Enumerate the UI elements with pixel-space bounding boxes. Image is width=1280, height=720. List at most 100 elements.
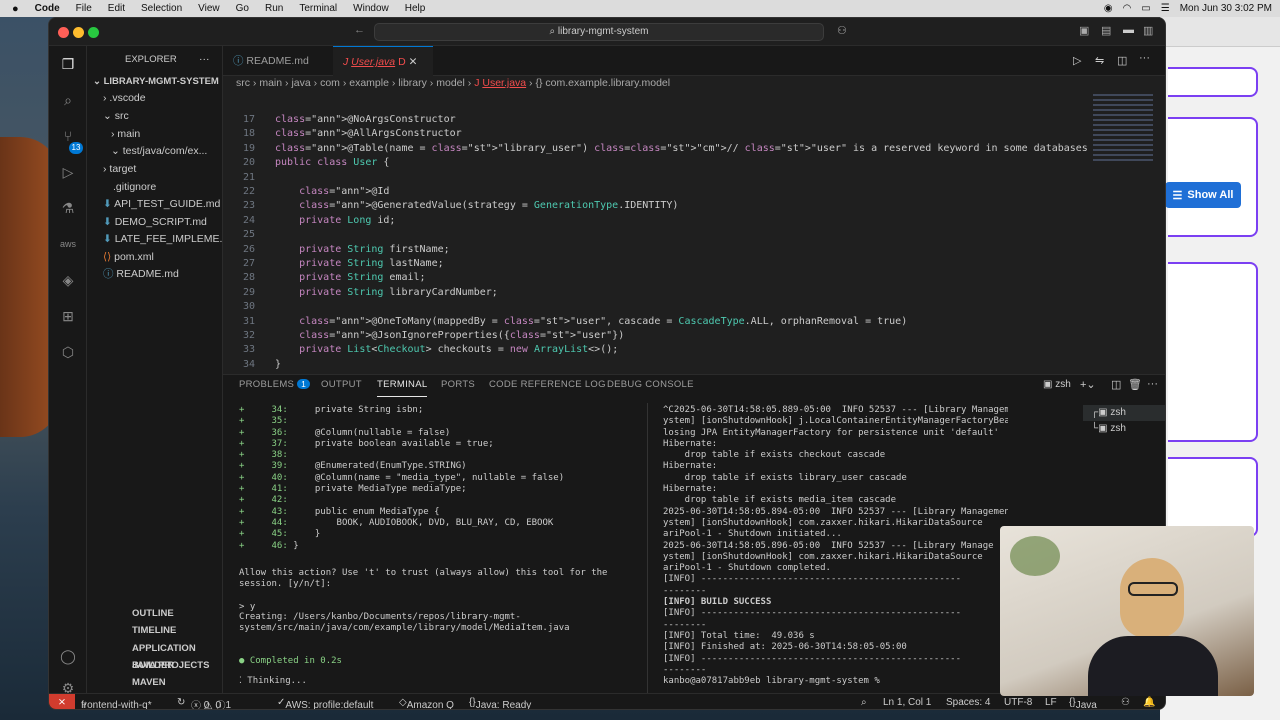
amazon-q-terminal[interactable]: + 34: private String isbn; + 35: + 36: @C… [239, 405, 639, 695]
explorer-icon[interactable]: ❐ [58, 54, 78, 74]
tree-file-demo-script[interactable]: ⬇ DEMO_SCRIPT.md [103, 214, 207, 231]
zsh-terminal[interactable]: ^C2025-06-30T14:58:05.889-05:00 INFO 525… [663, 405, 1008, 695]
testing-icon[interactable]: ⚗ [58, 198, 78, 218]
show-all-button[interactable]: ☰ Show All [1165, 182, 1241, 208]
section-outline[interactable]: OUTLINE [87, 605, 223, 622]
breadcrumb-item[interactable]: model [436, 77, 465, 89]
menu-terminal[interactable]: Terminal [299, 3, 337, 14]
menu-view[interactable]: View [198, 3, 220, 14]
section-application-builder[interactable]: APPLICATION BUILDER [87, 640, 223, 671]
layout-toggle-icon[interactable]: ▣ [1079, 24, 1089, 37]
tree-folder-target[interactable]: › target [103, 161, 136, 178]
java-status[interactable]: {} Java: Ready [469, 697, 531, 709]
sync-icon[interactable]: ↻ [177, 697, 185, 708]
breadcrumb-item[interactable]: main [259, 77, 282, 89]
tab-user-java[interactable]: J User.java D ✕ [333, 46, 433, 76]
breadcrumb-item[interactable]: java [291, 77, 310, 89]
menu-selection[interactable]: Selection [141, 3, 182, 14]
amazon-q-icon[interactable]: ◈ [58, 270, 78, 290]
terminal-split-divider[interactable] [647, 403, 648, 693]
zoom-icon[interactable]: ⌕ [861, 697, 867, 708]
more-actions-icon[interactable]: ··· [1147, 378, 1158, 390]
terminal-shell-selector[interactable]: ▣ zsh [1043, 379, 1071, 390]
language-mode[interactable]: {} Java [1069, 697, 1097, 709]
minimize-window-button[interactable] [73, 27, 84, 38]
search-icon[interactable]: ⌕ [58, 90, 78, 110]
run-debug-icon[interactable]: ▷ [58, 162, 78, 182]
secondary-sidebar-icon[interactable]: ▥ [1143, 24, 1153, 37]
menu-app-name[interactable]: Code [35, 3, 60, 14]
copilot-status-icon[interactable]: ⚇ [1121, 697, 1130, 708]
end-of-line[interactable]: LF [1045, 697, 1057, 708]
record-icon[interactable]: ◉ [1104, 3, 1113, 14]
menu-edit[interactable]: Edit [108, 3, 125, 14]
remote-indicator[interactable]: ⨯ [49, 694, 75, 709]
tree-folder-main[interactable]: › main [111, 126, 140, 143]
tab-terminal[interactable]: TERMINAL [377, 379, 428, 397]
section-maven[interactable]: MAVEN [87, 674, 223, 691]
kill-terminal-icon[interactable]: 🗑 [1128, 378, 1142, 391]
terminal-list-item[interactable]: └▣ zsh [1083, 421, 1165, 437]
split-terminal-icon[interactable]: ◫ [1111, 378, 1121, 391]
command-center-search[interactable]: ⌕ library-mgmt-system [374, 23, 824, 41]
tree-folder-vscode[interactable]: › .vscode [103, 90, 146, 107]
breadcrumb-item[interactable]: com [320, 77, 340, 89]
breadcrumb-item[interactable]: library [398, 77, 427, 89]
code-editor[interactable]: 17181920212223242526272829303132333435 c… [223, 90, 1165, 374]
tab-problems[interactable]: PROBLEMS 1 [239, 379, 311, 397]
zoom-window-button[interactable] [88, 27, 99, 38]
tree-file-api-test-guide[interactable]: ⬇ API_TEST_GUIDE.md [103, 196, 220, 213]
breadcrumb-item[interactable]: example [349, 77, 389, 89]
aws-profile[interactable]: ✓ AWS: profile:default [277, 697, 373, 709]
extensions-icon[interactable]: ⊞ [58, 306, 78, 326]
tree-file-gitignore[interactable]: .gitignore [113, 179, 156, 196]
account-icon[interactable]: ◯ [58, 646, 78, 666]
more-actions-icon[interactable]: ··· [1139, 52, 1150, 64]
close-tab-icon[interactable]: ✕ [409, 56, 418, 68]
tab-readme[interactable]: ⓘ README.md [223, 46, 319, 76]
section-timeline[interactable]: TIMELINE [87, 622, 223, 639]
battery-icon[interactable]: ▭ [1141, 3, 1150, 14]
containers-icon[interactable]: ⬡ [58, 342, 78, 362]
run-icon[interactable]: ▷ [1073, 54, 1081, 67]
tree-file-readme[interactable]: ⓘ README.md [103, 266, 179, 283]
compare-icon[interactable]: ⇋ [1095, 54, 1104, 67]
tab-code-reference-log[interactable]: CODE REFERENCE LOG [489, 379, 606, 397]
split-editor-icon[interactable]: ◫ [1117, 54, 1127, 67]
copilot-icon[interactable]: ⚇ [837, 24, 847, 37]
panel-toggle-icon[interactable]: ▬ [1123, 24, 1134, 36]
amazon-q-status[interactable]: ◇ Amazon Q [399, 697, 454, 709]
indentation[interactable]: Spaces: 4 [946, 697, 990, 708]
encoding[interactable]: UTF-8 [1004, 697, 1032, 708]
problems-indicator[interactable]: ⓧ 0 ⚠ 0 ⓘ 1 [191, 697, 231, 709]
notifications-icon[interactable]: 🔔 [1143, 697, 1155, 708]
more-actions-icon[interactable]: ··· [199, 51, 210, 68]
wifi-icon[interactable]: ◠ [1123, 3, 1132, 14]
tab-output[interactable]: OUTPUT [321, 379, 362, 397]
tab-ports[interactable]: PORTS [441, 379, 475, 397]
breadcrumb-item[interactable]: User.java [482, 77, 526, 89]
minimap[interactable] [1093, 94, 1153, 164]
menu-help[interactable]: Help [405, 3, 426, 14]
apple-icon[interactable]: ● [12, 3, 19, 15]
close-window-button[interactable] [58, 27, 69, 38]
breadcrumb-item[interactable]: {} com.example.library.model [535, 77, 670, 89]
terminal-list-item[interactable]: ┌▣ zsh [1083, 405, 1165, 421]
menubar-clock[interactable]: Mon Jun 30 3:02 PM [1180, 3, 1272, 14]
menu-file[interactable]: File [76, 3, 92, 14]
menu-run[interactable]: Run [265, 3, 283, 14]
tab-debug-console[interactable]: DEBUG CONSOLE [607, 379, 694, 397]
workspace-root[interactable]: ⌄ LIBRARY-MGMT-SYSTEM [93, 73, 219, 90]
aws-icon[interactable]: aws [58, 234, 78, 254]
menu-go[interactable]: Go [236, 3, 249, 14]
section-java-projects[interactable]: JAVA PROJECTS [87, 657, 223, 674]
new-terminal-icon[interactable]: +⌄ [1080, 378, 1096, 391]
menu-window[interactable]: Window [353, 3, 389, 14]
tree-file-pom[interactable]: ⟨⟩ pom.xml [103, 249, 154, 266]
breadcrumb-item[interactable]: src [236, 77, 250, 89]
control-center-icon[interactable]: ☰ [1161, 3, 1170, 14]
tree-folder-test[interactable]: ⌄ test/java/com/ex... [111, 143, 207, 160]
cursor-position[interactable]: Ln 1, Col 1 [883, 697, 931, 708]
back-arrow-icon[interactable]: ← [354, 24, 365, 36]
tree-folder-src[interactable]: ⌄ src [103, 108, 129, 125]
